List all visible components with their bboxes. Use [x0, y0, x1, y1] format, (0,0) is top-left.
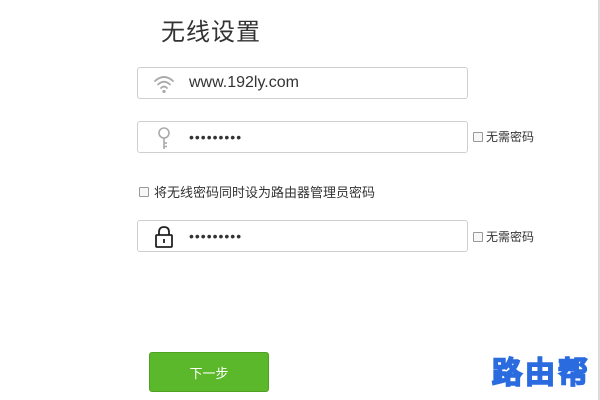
wifi-icon	[152, 72, 176, 96]
wifi-password-field[interactable]: •••••••••	[137, 121, 468, 153]
admin-no-password-label: 无需密码	[486, 230, 535, 244]
same-as-admin-label: 将无线密码同时设为路由器管理员密码	[154, 186, 376, 201]
next-button[interactable]: 下一步	[149, 352, 269, 392]
wifi-password-value: •••••••••	[189, 129, 243, 145]
key-icon	[152, 126, 176, 150]
ssid-value: www.192ly.com	[189, 74, 299, 91]
wifi-no-password-checkbox[interactable]	[473, 131, 483, 142]
same-as-admin-option[interactable]: 将无线密码同时设为路由器管理员密码	[139, 182, 375, 201]
admin-no-password-option[interactable]: 无需密码	[473, 228, 534, 245]
admin-password-value: •••••••••	[189, 228, 243, 244]
admin-password-field[interactable]: •••••••••	[137, 220, 468, 252]
watermark-logo: 路由帮	[491, 355, 591, 392]
page-title: 无线设置	[161, 18, 261, 46]
lock-icon	[152, 225, 176, 249]
same-as-admin-checkbox[interactable]	[139, 186, 149, 197]
admin-no-password-checkbox[interactable]	[473, 231, 483, 242]
wifi-no-password-label: 无需密码	[486, 130, 535, 144]
wifi-no-password-option[interactable]: 无需密码	[473, 128, 534, 145]
ssid-field[interactable]: www.192ly.com	[137, 67, 468, 99]
